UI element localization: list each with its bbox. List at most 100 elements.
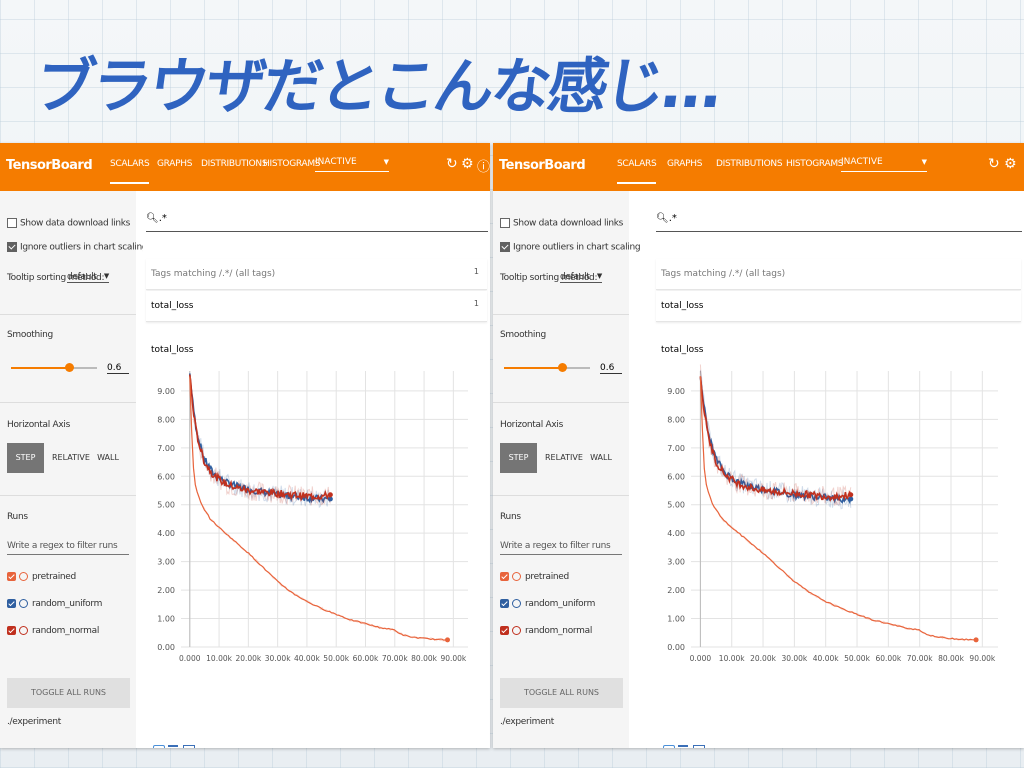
slider-track-rest — [71, 367, 97, 369]
inactive-dropdown[interactable]: INACTIVE ▼ — [315, 157, 389, 172]
tag-card-total-loss[interactable]: total_loss — [656, 291, 1021, 322]
axis-wall-button[interactable]: WALL — [587, 443, 615, 473]
series-endpoint-pretrained — [973, 637, 979, 643]
axis-relative-button[interactable]: RELATIVE — [52, 443, 90, 473]
loss-chart[interactable]: 0.00 1.00 2.00 3.00 4.00 5.00 6.00 7.00 8.00 9.00… — [653, 363, 1018, 703]
search-input[interactable]: 🔍︎.* — [146, 213, 488, 232]
axis-step-button[interactable]: STEP — [500, 443, 537, 473]
legend-list-icon[interactable] — [678, 745, 688, 748]
slide-title: ブラウザだとこんな感じ… — [30, 52, 725, 122]
run-label: random_normal — [525, 626, 593, 636]
tensorboard-window-left: TensorBoard SCALARS GRAPHS DISTRIBUTIONS… — [0, 143, 490, 748]
series-raw-line-pretrained — [699, 377, 977, 642]
toggle-all-runs-button[interactable]: TOGGLE ALL RUNS — [7, 678, 130, 708]
tab-distributions[interactable]: DISTRIBUTIONS — [201, 159, 268, 169]
smoothing-slider-track[interactable] — [11, 367, 71, 369]
run-item-random-uniform[interactable]: random_uniform — [7, 599, 102, 609]
smoothing-value-input[interactable]: 0.6 — [600, 363, 622, 374]
tab-graphs[interactable]: GRAPHS — [157, 159, 192, 169]
tag-label: total_loss — [151, 301, 194, 311]
smoothing-value-input[interactable]: 0.6 — [107, 363, 129, 374]
chevron-down-icon: ▼ — [921, 158, 927, 166]
inactive-dropdown[interactable]: INACTIVE ▼ — [841, 157, 927, 172]
axis-step-button[interactable]: STEP — [7, 443, 44, 473]
run-label: random_normal — [32, 626, 100, 636]
expand-icon[interactable] — [693, 745, 705, 748]
tab-histograms[interactable]: HISTOGRAMS — [786, 159, 844, 169]
ignore-outliers-checkbox[interactable]: Ignore outliers in chart scaling — [7, 242, 148, 253]
x-tick-label: 20.00k — [750, 654, 776, 663]
brand-logo[interactable]: TensorBoard — [499, 158, 586, 173]
settings-icon[interactable]: ⚙ — [461, 156, 474, 172]
run-item-random-uniform[interactable]: random_uniform — [500, 599, 595, 609]
top-bar: TensorBoard SCALARS GRAPHS DISTRIBUTIONS… — [0, 143, 490, 191]
run-item-pretrained[interactable]: pretrained — [7, 572, 76, 582]
smoothing-slider-track[interactable] — [504, 367, 564, 369]
checkbox-icon — [7, 218, 17, 228]
tab-scalars[interactable]: SCALARS — [110, 159, 150, 184]
divider — [493, 314, 629, 315]
x-tick-label: 30.00k — [781, 654, 807, 663]
x-tick-label: 70.00k — [907, 654, 933, 663]
x-tick-label: 0.000 — [179, 654, 201, 663]
color-circle-icon — [512, 599, 521, 608]
x-tick-label: 30.00k — [265, 654, 291, 663]
axis-relative-button[interactable]: RELATIVE — [545, 443, 583, 473]
search-icon: 🔍︎ — [656, 213, 669, 224]
tag-card-total-loss[interactable]: total_loss 1 — [146, 291, 487, 322]
tab-scalars[interactable]: SCALARS — [617, 159, 657, 184]
y-tick-label: 3.00 — [667, 558, 685, 567]
y-tick-label: 3.00 — [157, 558, 175, 567]
y-tick-label: 4.00 — [157, 529, 175, 538]
tab-distributions[interactable]: DISTRIBUTIONS — [716, 159, 783, 169]
ignore-outliers-checkbox[interactable]: Ignore outliers in chart scaling — [500, 242, 641, 253]
tooltip-sorting-value: default — [560, 272, 590, 282]
smoothing-slider-thumb[interactable] — [558, 363, 567, 372]
fit-domain-icon[interactable] — [663, 745, 675, 748]
runs-filter-input[interactable]: Write a regex to filter runs — [7, 541, 129, 555]
tags-matching-label: Tags matching /.*/ (all tags) — [661, 269, 786, 279]
show-download-checkbox[interactable]: Show data download links — [500, 218, 623, 229]
main-content: 🔍︎.* Tags matching /.*/ (all tags) total… — [653, 191, 1024, 748]
smoothing-slider-thumb[interactable] — [65, 363, 74, 372]
tooltip-sorting-select[interactable]: default ▼ — [67, 272, 109, 283]
chevron-down-icon: ▼ — [596, 272, 602, 280]
series-raw-line-random_normal — [699, 364, 852, 506]
runs-filter-input[interactable]: Write a regex to filter runs — [500, 541, 622, 555]
tab-histograms[interactable]: HISTOGRAMS — [263, 159, 321, 169]
color-circle-icon — [19, 599, 28, 608]
axis-wall-button[interactable]: WALL — [94, 443, 122, 473]
chevron-down-icon: ▼ — [103, 272, 109, 280]
run-label: random_uniform — [32, 599, 103, 609]
refresh-icon[interactable]: ↻ — [988, 156, 1000, 172]
run-item-random-normal[interactable]: random_normal — [500, 626, 592, 636]
tags-matching-card[interactable]: Tags matching /.*/ (all tags) 1 — [146, 259, 487, 290]
x-tick-label: 50.00k — [844, 654, 870, 663]
refresh-icon[interactable]: ↻ — [446, 156, 458, 172]
help-icon[interactable]: ⓘ — [477, 156, 490, 175]
expand-icon[interactable] — [183, 745, 195, 748]
tab-graphs[interactable]: GRAPHS — [667, 159, 702, 169]
search-input[interactable]: 🔍︎.* — [656, 213, 1022, 232]
tags-matching-card[interactable]: Tags matching /.*/ (all tags) — [656, 259, 1021, 290]
toggle-all-runs-button[interactable]: TOGGLE ALL RUNS — [500, 678, 623, 708]
tooltip-sorting-select[interactable]: default ▼ — [560, 272, 602, 283]
run-item-pretrained[interactable]: pretrained — [500, 572, 569, 582]
series-endpoint-random_normal — [848, 492, 854, 498]
y-tick-label: 8.00 — [157, 415, 175, 424]
y-tick-label: 1.00 — [667, 615, 685, 624]
x-tick-label: 90.00k — [969, 654, 995, 663]
run-item-random-normal[interactable]: random_normal — [7, 626, 99, 636]
loss-chart[interactable]: 0.00 1.00 2.00 3.00 4.00 5.00 6.00 7.00 8.00 9.00… — [143, 363, 488, 703]
fit-domain-icon[interactable] — [153, 745, 165, 748]
show-download-label: Show data download links — [20, 218, 131, 229]
run-label: pretrained — [525, 572, 569, 582]
settings-icon[interactable]: ⚙ — [1004, 156, 1017, 172]
legend-list-icon[interactable] — [168, 745, 178, 748]
brand-logo[interactable]: TensorBoard — [6, 158, 93, 173]
y-tick-label: 9.00 — [667, 387, 685, 396]
show-download-checkbox[interactable]: Show data download links — [7, 218, 130, 229]
checkbox-checked-icon — [7, 572, 16, 581]
series-line-pretrained — [189, 376, 448, 641]
divider — [493, 495, 629, 496]
